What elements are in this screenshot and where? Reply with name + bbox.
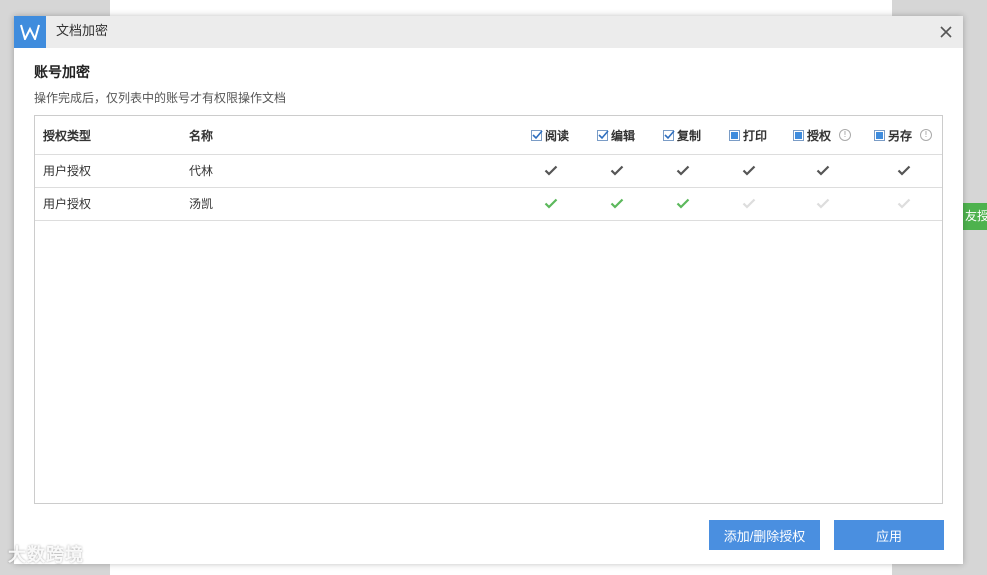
document-encryption-dialog: 文档加密 账号加密 操作完成后，仅列表中的账号才有权限操作文档 授权类型 名称 … [14,16,963,564]
checkbox-edit[interactable] [597,129,609,141]
permission-label: 编辑 [611,128,636,143]
info-icon[interactable]: ! [920,129,933,141]
permission-check-icon[interactable] [808,187,838,220]
permission-header-save-as[interactable]: 另存! [874,127,933,144]
permission-header-copy[interactable]: 复制 [663,127,701,144]
permission-label: 阅读 [545,128,570,143]
header-name: 名称 [189,128,214,143]
section-title: 账号加密 [34,65,90,81]
checkbox-authorize[interactable] [793,129,804,141]
permission-table: 授权类型 名称 阅读 编辑 复制 打印 授权! 另存! 用户授权 代林 用户授权 汤凯 [34,115,943,504]
permission-header-authorize[interactable]: 授权! [793,127,852,144]
info-icon[interactable]: ! [839,129,852,141]
header-type: 授权类型 [43,128,92,143]
permission-check-icon[interactable] [734,187,764,220]
watermark-logo: 大数跨境 [8,545,84,566]
permission-check-icon[interactable] [602,187,632,220]
permission-check-icon[interactable] [668,154,698,187]
side-share-tab[interactable]: 友授 [963,203,987,230]
permission-check-icon[interactable] [536,187,566,220]
permission-header-edit[interactable]: 编辑 [597,127,635,144]
permission-check-icon[interactable] [668,187,698,220]
checkbox-print[interactable] [729,129,740,141]
permission-label: 打印 [743,128,768,143]
row-type: 用户授权 [43,197,92,211]
permission-check-icon[interactable] [734,154,764,187]
permission-header-print[interactable]: 打印 [729,127,767,144]
apply-button[interactable]: 应用 [834,520,944,550]
permission-check-icon[interactable] [536,154,566,187]
table-row[interactable]: 用户授权 代林 [35,154,942,188]
permission-check-icon[interactable] [889,154,919,187]
add-remove-authorization-button[interactable]: 添加/删除授权 [709,520,820,550]
permission-check-icon[interactable] [602,154,632,187]
row-name: 汤凯 [189,197,214,211]
dialog-titlebar: 文档加密 [14,16,963,48]
row-name: 代林 [189,164,214,178]
checkbox-save-as[interactable] [874,129,885,141]
checkbox-copy[interactable] [663,129,675,141]
checkbox-read[interactable] [531,129,543,141]
permission-label: 授权 [807,128,832,143]
permission-header-read[interactable]: 阅读 [531,127,569,144]
close-icon[interactable] [936,22,956,42]
dialog-title: 文档加密 [56,24,109,39]
permission-label: 复制 [677,128,702,143]
table-row[interactable]: 用户授权 汤凯 [35,187,942,221]
permission-label: 另存 [888,128,913,143]
table-header: 授权类型 名称 阅读 编辑 复制 打印 授权! 另存! [35,116,942,155]
permission-check-icon[interactable] [889,187,919,220]
section-description: 操作完成后，仅列表中的账号才有权限操作文档 [34,91,287,105]
row-type: 用户授权 [43,164,92,178]
permission-check-icon[interactable] [808,154,838,187]
wps-logo-icon [14,16,46,48]
